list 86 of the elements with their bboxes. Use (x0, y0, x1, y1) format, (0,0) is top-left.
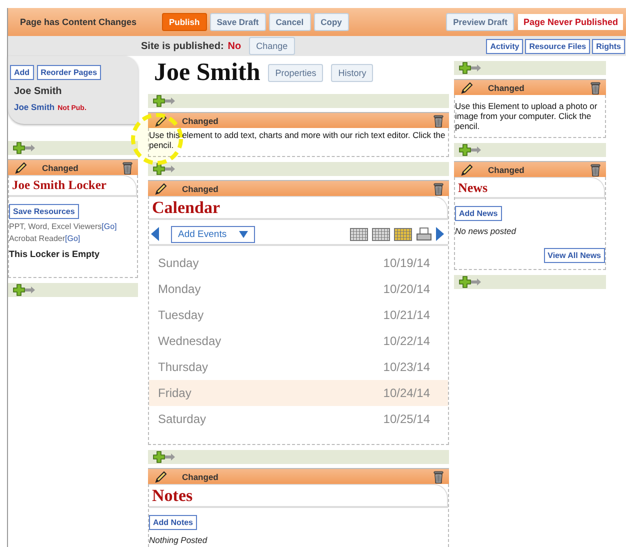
status-value: No (228, 40, 242, 52)
add-icon (153, 451, 175, 463)
print-icon[interactable] (416, 227, 432, 241)
status-label: Changed (182, 184, 220, 194)
viewer-label: PPT, Word, Excel Viewers (9, 222, 102, 231)
status-label: Changed (42, 162, 80, 172)
add-button[interactable]: Add News (455, 206, 502, 221)
date-text: 10/21/14 (383, 308, 430, 322)
add-icon (153, 95, 175, 107)
element-title: News (458, 180, 489, 195)
element-title: Notes (152, 486, 194, 505)
title-button[interactable]: Properties (268, 64, 324, 82)
tab[interactable]: Resource Files (525, 38, 590, 54)
sidebar-heading: Joe Smith (14, 86, 63, 97)
calendar-view-icon[interactable] (372, 228, 390, 240)
pencil-icon (460, 162, 474, 176)
go-link[interactable]: [Go] (65, 234, 80, 243)
toolbar-button[interactable]: Copy (314, 13, 349, 31)
highlight-circle (130, 112, 184, 166)
page-title: Joe Smith (154, 58, 260, 86)
label: Site is published: (141, 40, 224, 52)
day-name: Saturday (158, 412, 206, 426)
add-icon (153, 163, 175, 175)
status-label: Changed (488, 82, 526, 92)
description-text: Use this Element to upload a photo or image from your computer. Click the pencil. (455, 101, 598, 131)
empty-message: This Locker is Empty (9, 249, 101, 259)
day-row[interactable]: Wednesday 10/22/14 (149, 328, 448, 354)
page-link[interactable]: Joe Smith (14, 102, 55, 112)
add-button[interactable]: Add Notes (149, 515, 197, 530)
sidebar-button[interactable]: Reorder Pages (36, 65, 102, 80)
publish-status: Page Never Published (518, 14, 623, 30)
date-text: 10/24/14 (383, 386, 430, 400)
viewer-label: Acrobat Reader (9, 234, 66, 243)
next-icon (436, 227, 444, 241)
calendar-view-icon[interactable] (394, 228, 412, 240)
date-text: 10/22/14 (383, 334, 430, 348)
tab[interactable]: Activity (486, 38, 524, 54)
save-button[interactable]: Save Resources (9, 204, 79, 219)
empty-message: Nothing Posted (149, 535, 208, 545)
day-row[interactable]: Sunday 10/19/14 (149, 250, 448, 276)
day-row[interactable]: Friday 10/24/14 (149, 380, 448, 406)
pencil-icon (154, 114, 168, 128)
day-name: Tuesday (158, 308, 204, 322)
date-text: 10/25/14 (383, 412, 430, 426)
view-all-button[interactable]: View All News (544, 248, 605, 263)
caret-icon (239, 230, 248, 238)
add-icon (13, 142, 35, 154)
add-icon (459, 144, 481, 156)
date-text: 10/23/14 (383, 360, 430, 374)
previous-icon (151, 227, 159, 241)
element-title: Joe Smith Locker (12, 178, 108, 193)
day-row[interactable]: Saturday 10/25/14 (149, 406, 448, 432)
status-label: Changed (182, 116, 220, 126)
day-name: Wednesday (158, 334, 222, 348)
element-title: Calendar (152, 198, 221, 217)
date-text: 10/19/14 (383, 256, 430, 270)
day-name: Monday (158, 282, 201, 296)
status-label: Changed (488, 164, 526, 174)
day-row[interactable]: Tuesday 10/21/14 (149, 302, 448, 328)
add-icon (13, 284, 35, 296)
day-name: Sunday (158, 256, 199, 270)
calendar-view-icon[interactable] (350, 228, 368, 240)
status-label: Changed (182, 472, 220, 482)
pencil-icon (154, 182, 168, 196)
pencil-icon (460, 80, 474, 94)
sidebar-button[interactable]: Add (10, 65, 34, 80)
toolbar-button[interactable]: Save Draft (210, 13, 266, 31)
preview-button[interactable]: Preview Draft (446, 13, 514, 31)
change-button[interactable]: Change (249, 37, 295, 55)
title-button[interactable]: History (331, 64, 374, 82)
date-text: 10/20/14 (383, 282, 430, 296)
add-icon (459, 276, 481, 288)
day-row[interactable]: Thursday 10/23/14 (149, 354, 448, 380)
day-name: Friday (158, 386, 192, 400)
day-name: Thursday (158, 360, 208, 374)
toolbar-button[interactable]: Cancel (268, 13, 311, 31)
status-text: Page has Content Changes (20, 17, 138, 27)
publish-button[interactable]: Publish (162, 13, 207, 31)
add-icon (459, 62, 481, 74)
day-row[interactable]: Monday 10/20/14 (149, 276, 448, 302)
empty-message: No news posted (455, 226, 518, 236)
dropdown[interactable]: Add Events (171, 226, 255, 242)
pencil-icon (154, 470, 168, 484)
tab[interactable]: Rights (592, 38, 625, 54)
pencil-icon (14, 160, 28, 174)
go-link[interactable]: [Go] (102, 222, 117, 231)
